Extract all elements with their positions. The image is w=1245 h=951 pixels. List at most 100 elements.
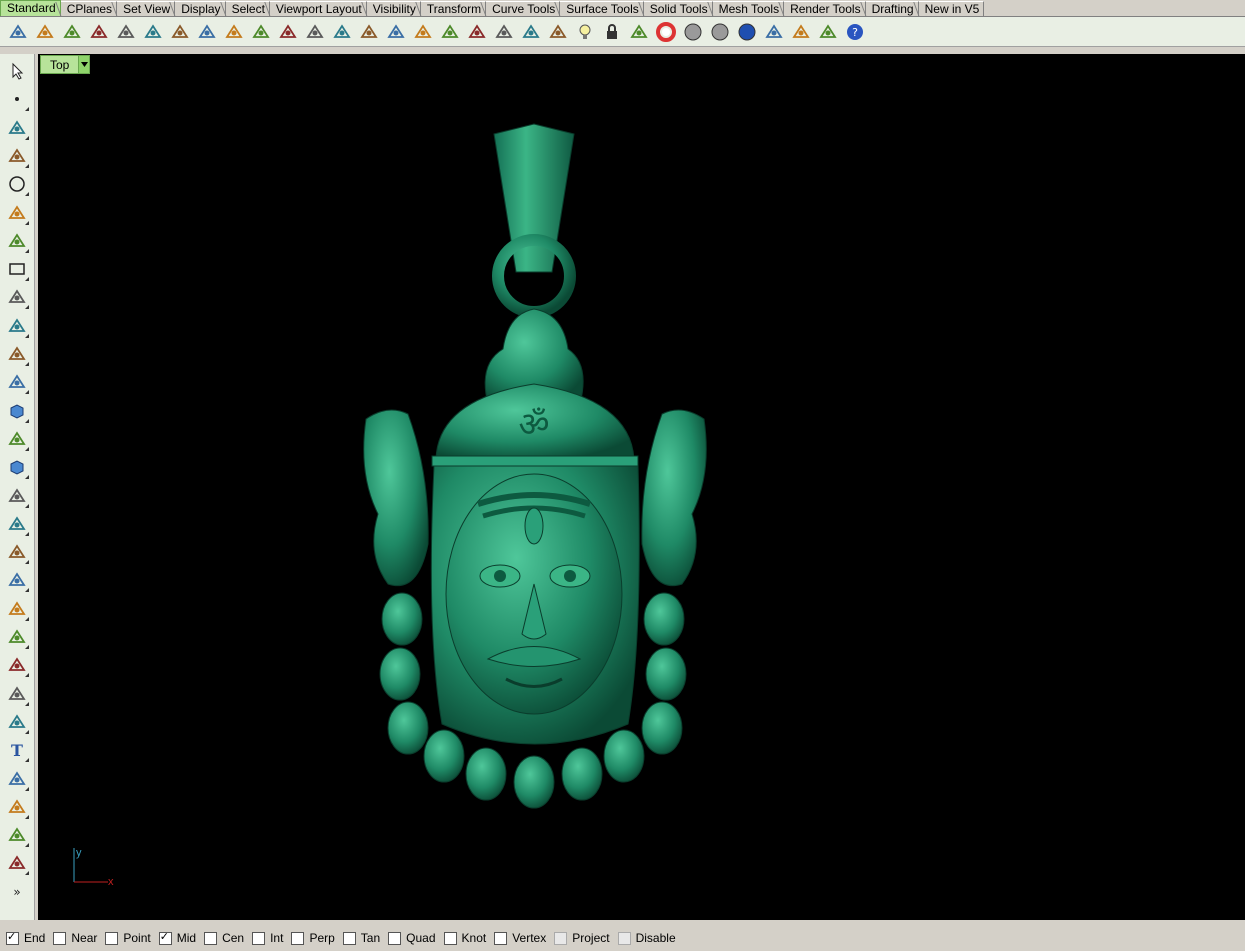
osnap-project-checkbox[interactable] <box>554 931 568 945</box>
rotate-view-icon[interactable] <box>274 19 301 45</box>
extend-icon[interactable] <box>4 567 30 593</box>
osnap-int-checkbox[interactable] <box>252 931 266 945</box>
layer-off-icon[interactable] <box>517 19 544 45</box>
circle-icon[interactable] <box>4 171 30 197</box>
cylinder-icon[interactable] <box>4 454 30 480</box>
viewport-menu-chevron-icon[interactable] <box>78 56 90 73</box>
text-icon[interactable]: T <box>4 737 30 763</box>
osnap-mid-checkbox[interactable] <box>158 930 172 945</box>
array-icon[interactable] <box>4 652 30 678</box>
boolean-solids-icon[interactable] <box>4 624 30 650</box>
undo-icon[interactable] <box>220 19 247 45</box>
zoom-dynamic-icon[interactable] <box>301 19 328 45</box>
solid-box-icon[interactable] <box>4 398 30 424</box>
light-bulb-icon[interactable] <box>571 19 598 45</box>
trim-icon[interactable] <box>4 596 30 622</box>
tab-drafting[interactable]: Drafting <box>865 1 919 16</box>
tab-standard[interactable]: Standard <box>0 0 61 16</box>
solid-edit-icon[interactable] <box>4 850 30 876</box>
osnap-disable-checkbox[interactable] <box>617 931 631 945</box>
osnap-tan[interactable]: Tan <box>342 931 380 945</box>
layer-color-icon[interactable] <box>625 19 652 45</box>
pan-icon[interactable] <box>247 19 274 45</box>
osnap-point[interactable]: Point <box>105 931 151 945</box>
osnap-vertex-checkbox[interactable] <box>494 931 508 945</box>
group-icon[interactable] <box>4 794 30 820</box>
arc-icon[interactable] <box>4 228 30 254</box>
polyline-icon[interactable] <box>4 115 30 141</box>
osnap-project[interactable]: Project <box>554 931 610 945</box>
osnap-quad-checkbox[interactable] <box>388 931 402 945</box>
make-2d-icon[interactable] <box>4 822 30 848</box>
top-viewport[interactable]: Top ॐ y x <box>38 54 1245 920</box>
osnap-near-checkbox[interactable] <box>53 931 67 945</box>
point-icon[interactable] <box>4 86 30 112</box>
dimension-icon[interactable] <box>814 19 841 45</box>
open-file-icon[interactable] <box>31 19 58 45</box>
osnap-perp-checkbox[interactable] <box>291 931 305 945</box>
osnap-end-checkbox[interactable] <box>6 930 19 945</box>
tab-curve-tools[interactable]: Curve Tools <box>486 1 561 16</box>
zoom-window-icon[interactable] <box>328 19 355 45</box>
rotate-view-3d-icon[interactable] <box>409 19 436 45</box>
osnap-perp[interactable]: Perp <box>291 931 335 945</box>
zoom-selected-icon[interactable] <box>382 19 409 45</box>
osnap-cen-checkbox[interactable] <box>204 931 218 945</box>
lock-icon[interactable] <box>598 19 625 45</box>
osnap-mid[interactable]: Mid <box>158 930 196 945</box>
more-icon[interactable]: » <box>4 879 30 905</box>
osnap-disable[interactable]: Disable <box>617 931 676 945</box>
render-sphere-icon[interactable] <box>706 19 733 45</box>
offset-icon[interactable] <box>4 681 30 707</box>
zoom-extents-icon[interactable] <box>355 19 382 45</box>
osnap-end[interactable]: End <box>6 930 45 945</box>
ellipse-icon[interactable] <box>4 200 30 226</box>
gear-options-icon[interactable] <box>787 19 814 45</box>
osnap-point-checkbox[interactable] <box>105 931 119 945</box>
tab-select[interactable]: Select <box>225 1 270 16</box>
pendant-3d-model[interactable]: ॐ <box>338 114 738 814</box>
tab-viewport-layout[interactable]: Viewport Layout <box>269 1 367 16</box>
shaded-sphere-icon[interactable] <box>679 19 706 45</box>
blend-curve-icon[interactable] <box>4 709 30 735</box>
tab-mesh-tools[interactable]: Mesh Tools <box>712 1 785 16</box>
car-rendered-icon[interactable] <box>463 19 490 45</box>
save-icon[interactable] <box>58 19 85 45</box>
paste-icon[interactable] <box>193 19 220 45</box>
osnap-cen[interactable]: Cen <box>204 931 244 945</box>
wireframe-car-icon[interactable] <box>490 19 517 45</box>
tab-solid-tools[interactable]: Solid Tools <box>643 1 713 16</box>
scale-icon[interactable] <box>4 766 30 792</box>
transform-gear-icon[interactable] <box>4 511 30 537</box>
tab-cplanes[interactable]: CPlanes <box>60 1 118 16</box>
select-arrow-icon[interactable] <box>4 58 30 84</box>
tab-new-in-v5[interactable]: New in V5 <box>918 1 985 16</box>
osnap-quad[interactable]: Quad <box>388 931 436 945</box>
tab-surface-tools[interactable]: Surface Tools <box>560 1 644 16</box>
tab-visibility[interactable]: Visibility <box>366 1 421 16</box>
spotlight-icon[interactable] <box>760 19 787 45</box>
extrude-surface-icon[interactable] <box>4 369 30 395</box>
plane-surface-icon[interactable] <box>4 483 30 509</box>
help-icon[interactable]: ? <box>841 19 868 45</box>
tab-render-tools[interactable]: Render Tools <box>784 1 866 16</box>
osnap-tan-checkbox[interactable] <box>342 931 356 945</box>
osnap-knot[interactable]: Knot <box>443 931 486 945</box>
new-file-icon[interactable] <box>4 19 31 45</box>
boolean-union-icon[interactable] <box>4 426 30 452</box>
tab-set-view[interactable]: Set View <box>117 1 176 16</box>
tab-display[interactable]: Display <box>175 1 226 16</box>
osnap-point-icon[interactable] <box>544 19 571 45</box>
color-wheel-icon[interactable] <box>652 19 679 45</box>
curve-control-points-icon[interactable] <box>4 143 30 169</box>
print-icon[interactable] <box>85 19 112 45</box>
fillet-curve-icon[interactable] <box>4 313 30 339</box>
four-viewports-icon[interactable] <box>436 19 463 45</box>
copy-icon[interactable] <box>166 19 193 45</box>
polygon-icon[interactable] <box>4 284 30 310</box>
explode-icon[interactable] <box>4 539 30 565</box>
tab-transform[interactable]: Transform <box>420 1 487 16</box>
osnap-vertex[interactable]: Vertex <box>494 931 546 945</box>
cut-icon[interactable] <box>139 19 166 45</box>
osnap-near[interactable]: Near <box>53 931 97 945</box>
